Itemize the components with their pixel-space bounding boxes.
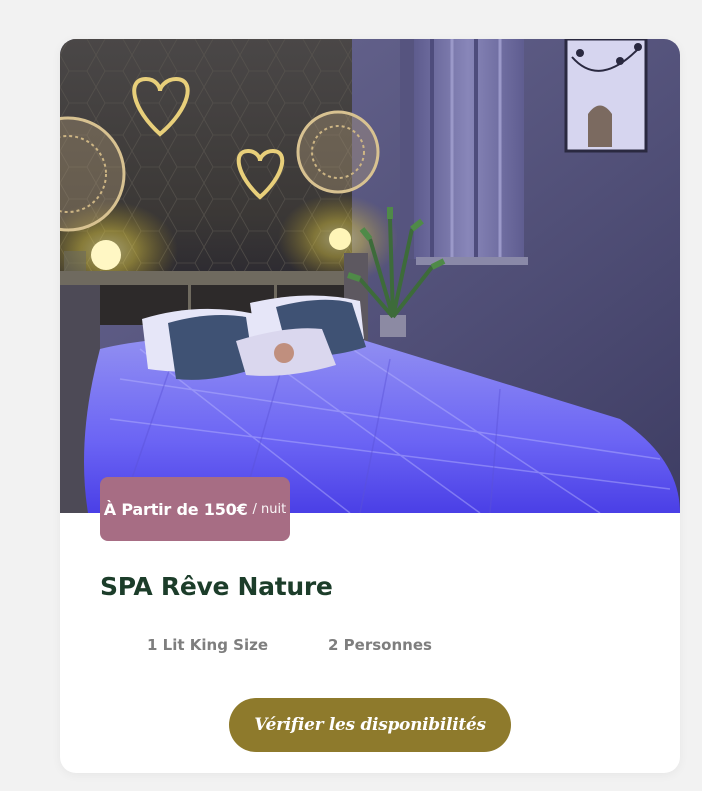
feature-bed: 1 Lit King Size: [147, 636, 268, 654]
price-unit: / nuit: [252, 501, 287, 517]
feature-persons-label: 2 Personnes: [328, 636, 432, 654]
room-card: À Partir de 150€ / nuit SPA Rêve Nature …: [60, 39, 680, 773]
room-photo[interactable]: [60, 39, 680, 513]
feature-bed-label: 1 Lit King Size: [147, 636, 269, 654]
room-photo-illustration: [60, 39, 680, 513]
price-badge: À Partir de 150€ / nuit: [100, 477, 290, 541]
feature-persons: 2 Personnes: [328, 636, 432, 654]
room-title: SPA Rêve Nature: [100, 572, 333, 601]
price-amount: À Partir de 150€: [103, 499, 248, 519]
check-availability-button[interactable]: Vérifier les disponibilités: [229, 698, 511, 752]
